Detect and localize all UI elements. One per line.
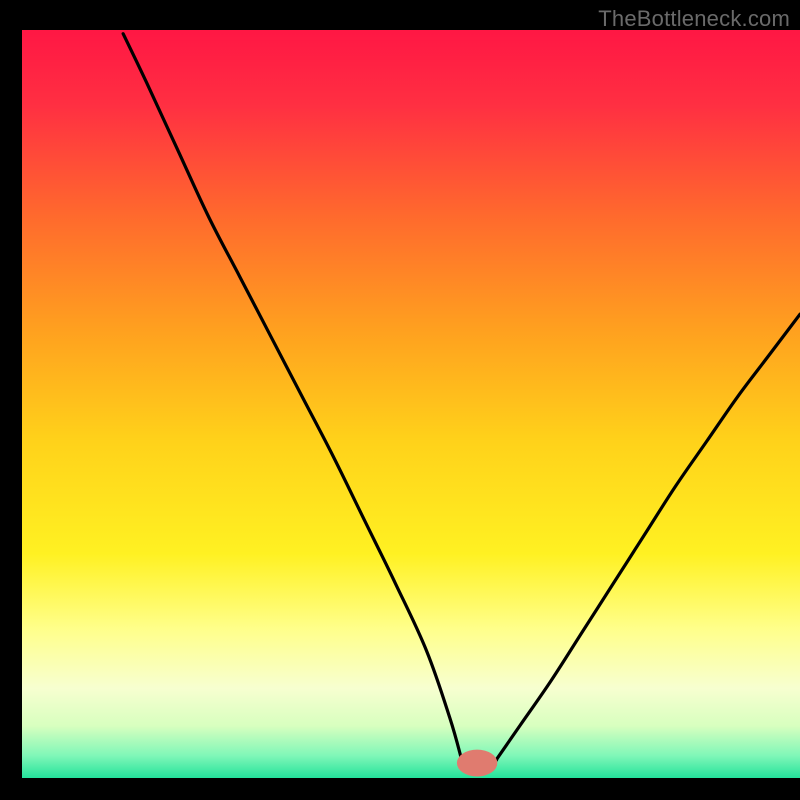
bottleneck-chart [0, 0, 800, 800]
plot-background-gradient [22, 30, 800, 778]
chart-container: TheBottleneck.com [0, 0, 800, 800]
watermark-text: TheBottleneck.com [598, 6, 790, 32]
optimal-marker [457, 750, 497, 777]
